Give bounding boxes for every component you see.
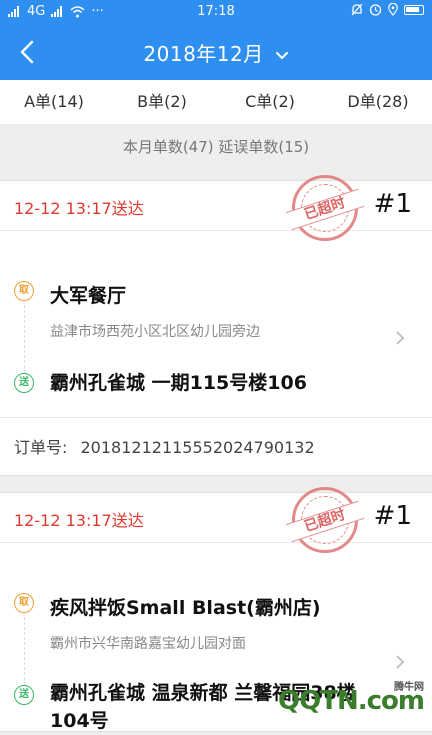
dropoff-address: 霸州孔雀城 一期115号楼106 xyxy=(50,369,380,397)
tab-d[interactable]: D单(28) xyxy=(324,80,432,124)
dropoff-badge: 送 xyxy=(14,373,34,393)
order-card-header: 12-12 13:17送达 已超时 #1 xyxy=(0,181,432,231)
battery-icon xyxy=(404,5,424,15)
location-icon xyxy=(388,3,398,16)
tab-b[interactable]: B单(2) xyxy=(108,80,216,124)
site-watermark: 腾牛网 QQTN.com xyxy=(328,678,424,716)
deliver-time: 12-12 13:17送达 xyxy=(14,507,144,531)
deliver-time: 12-12 13:17送达 xyxy=(14,195,144,219)
monthly-summary: 本月单数(47) 延误单数(15) xyxy=(0,124,432,170)
order-id-row: 订单号: 20181212115552024790132 xyxy=(0,417,432,477)
order-id: 20181212115552024790132 xyxy=(81,438,315,457)
route-line xyxy=(24,305,25,373)
alarm-icon xyxy=(369,3,382,16)
pickup-badge: 取 xyxy=(14,593,34,613)
status-bar: 4G ··· 17:18 xyxy=(0,0,432,24)
dropoff-badge: 送 xyxy=(14,685,34,705)
tab-c[interactable]: C单(2) xyxy=(216,80,324,124)
order-card-header: 12-12 13:17送达 已超时 #1 xyxy=(0,493,432,543)
route-line xyxy=(24,617,25,685)
pickup-address: 霸州市兴华南路嘉宝幼儿园对面 xyxy=(50,633,246,653)
order-card[interactable]: 12-12 13:17送达 已超时 #1 取 大军餐厅 益津市场西苑小区北区幼儿… xyxy=(0,180,432,476)
chevron-right-icon[interactable] xyxy=(394,653,406,671)
order-id-label: 订单号: xyxy=(14,438,67,457)
overdue-stamp: 已超时 xyxy=(292,487,358,553)
mute-icon xyxy=(351,3,363,16)
order-type-tabs: A单(14) B单(2) C单(2) D单(28) xyxy=(0,80,432,124)
order-number: #1 xyxy=(374,501,412,531)
pickup-name: 疾风拌饭Small Blast(霸州店) xyxy=(50,593,321,620)
chevron-right-icon[interactable] xyxy=(394,329,406,347)
page-title: 2018年12月 xyxy=(143,42,263,66)
chevron-down-icon xyxy=(275,51,289,61)
month-selector[interactable]: 2018年12月 xyxy=(0,38,432,67)
overdue-stamp: 已超时 xyxy=(292,175,358,241)
tab-a[interactable]: A单(14) xyxy=(0,80,108,124)
status-right xyxy=(351,3,424,16)
app-header: 2018年12月 xyxy=(0,24,432,80)
pickup-name: 大军餐厅 xyxy=(50,281,126,308)
pickup-badge: 取 xyxy=(14,281,34,301)
watermark-logo-text: QQTN.com xyxy=(278,686,424,716)
pickup-address: 益津市场西苑小区北区幼儿园旁边 xyxy=(50,321,260,341)
order-number: #1 xyxy=(374,189,412,219)
